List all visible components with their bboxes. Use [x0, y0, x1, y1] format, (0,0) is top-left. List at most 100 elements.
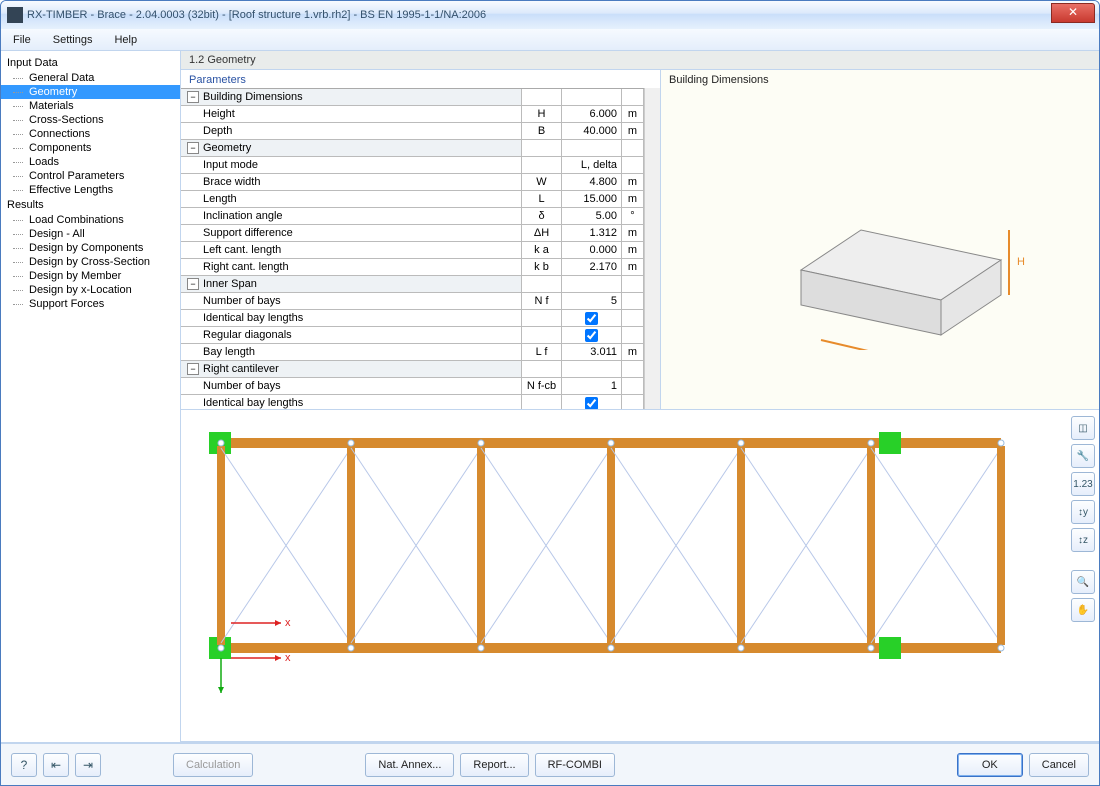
wrench-icon[interactable]: 🔧	[1071, 444, 1095, 468]
param-symbol: ΔH	[522, 225, 562, 241]
checkbox[interactable]	[585, 329, 598, 342]
axes-y-icon[interactable]: ↕y	[1071, 500, 1095, 524]
menu-file[interactable]: File	[7, 32, 37, 48]
param-unit	[622, 157, 644, 173]
param-name: Length	[181, 191, 522, 207]
param-value[interactable]: 15.000	[562, 191, 622, 207]
checkbox[interactable]	[585, 397, 598, 410]
tree-group-results: Results	[1, 197, 180, 213]
svg-text:x: x	[285, 652, 291, 664]
param-value[interactable]: 4.800	[562, 174, 622, 190]
scrollbar[interactable]	[644, 88, 660, 409]
tree-item-load-combinations[interactable]: Load Combinations	[1, 213, 180, 227]
pane-title: 1.2 Geometry	[181, 51, 1099, 70]
section-header[interactable]: −Inner Span	[181, 276, 522, 292]
axes-z-icon[interactable]: ↕z	[1071, 528, 1095, 552]
param-symbol: δ	[522, 208, 562, 224]
preview-panel: Building Dimensions H B	[661, 70, 1099, 409]
tree-item-connections[interactable]: Connections	[1, 127, 180, 141]
hand-icon[interactable]: ✋	[1071, 598, 1095, 622]
param-symbol: N f-cb	[522, 378, 562, 394]
param-unit	[622, 310, 644, 326]
tree-item-loads[interactable]: Loads	[1, 155, 180, 169]
help-button[interactable]: ?	[11, 753, 37, 777]
next-button[interactable]: ⇥	[75, 753, 101, 777]
param-symbol: N f	[522, 293, 562, 309]
param-symbol	[522, 327, 562, 343]
tree-item-design-by-cross-section[interactable]: Design by Cross-Section	[1, 255, 180, 269]
param-value[interactable]	[562, 310, 622, 326]
tree-item-design-by-components[interactable]: Design by Components	[1, 241, 180, 255]
param-unit: m	[622, 191, 644, 207]
diagram-panel[interactable]: x x ◫ 🔧 1.23 ↕y ↕z 🔍 ✋	[181, 410, 1099, 742]
param-name: Depth	[181, 123, 522, 139]
param-value[interactable]: L, delta	[562, 157, 622, 173]
param-unit	[622, 395, 644, 409]
titlebar: RX-TIMBER - Brace - 2.04.0003 (32bit) - …	[1, 1, 1099, 29]
tree-item-general-data[interactable]: General Data	[1, 71, 180, 85]
param-symbol	[522, 395, 562, 409]
parameters-grid[interactable]: −Building DimensionsHeightH6.000mDepthB4…	[181, 88, 644, 409]
param-name: Number of bays	[181, 293, 522, 309]
numbers-icon[interactable]: 1.23	[1071, 472, 1095, 496]
close-button[interactable]: ✕	[1051, 3, 1095, 23]
param-name: Input mode	[181, 157, 522, 173]
param-value[interactable]	[562, 327, 622, 343]
param-name: Identical bay lengths	[181, 310, 522, 326]
param-unit: m	[622, 174, 644, 190]
param-name: Height	[181, 106, 522, 122]
menu-help[interactable]: Help	[108, 32, 143, 48]
param-unit: m	[622, 225, 644, 241]
tree-item-design-all[interactable]: Design - All	[1, 227, 180, 241]
param-symbol	[522, 310, 562, 326]
ok-button[interactable]: OK	[957, 753, 1023, 777]
section-header[interactable]: −Building Dimensions	[181, 89, 522, 105]
tree-item-design-by-member[interactable]: Design by Member	[1, 269, 180, 283]
prev-button[interactable]: ⇤	[43, 753, 69, 777]
param-unit	[622, 293, 644, 309]
tree-item-cross-sections[interactable]: Cross-Sections	[1, 113, 180, 127]
nat-annex-button[interactable]: Nat. Annex...	[365, 753, 454, 777]
param-value[interactable]: 1.312	[562, 225, 622, 241]
param-unit: m	[622, 259, 644, 275]
param-symbol: W	[522, 174, 562, 190]
param-name: Identical bay lengths	[181, 395, 522, 409]
menubar: File Settings Help	[1, 29, 1099, 51]
window-title: RX-TIMBER - Brace - 2.04.0003 (32bit) - …	[27, 9, 1093, 21]
search-icon[interactable]: 🔍	[1071, 570, 1095, 594]
parameters-panel: Parameters −Building DimensionsHeightH6.…	[181, 70, 661, 409]
footer: ? ⇤ ⇥ Calculation Nat. Annex... Report..…	[1, 743, 1099, 785]
tree-item-design-by-x-location[interactable]: Design by x-Location	[1, 283, 180, 297]
param-name: Bay length	[181, 344, 522, 360]
param-value[interactable]: 5.00	[562, 208, 622, 224]
param-value[interactable]: 0.000	[562, 242, 622, 258]
param-value[interactable]: 5	[562, 293, 622, 309]
cube-icon[interactable]: ◫	[1071, 416, 1095, 440]
param-value[interactable]: 2.170	[562, 259, 622, 275]
tree-item-components[interactable]: Components	[1, 141, 180, 155]
tree-group-input: Input Data	[1, 55, 180, 71]
tree-item-materials[interactable]: Materials	[1, 99, 180, 113]
param-name: Number of bays	[181, 378, 522, 394]
menu-settings[interactable]: Settings	[47, 32, 99, 48]
tree-item-effective-lengths[interactable]: Effective Lengths	[1, 183, 180, 197]
param-value[interactable]	[562, 395, 622, 409]
param-name: Support difference	[181, 225, 522, 241]
report-button[interactable]: Report...	[460, 753, 528, 777]
cancel-button[interactable]: Cancel	[1029, 753, 1089, 777]
section-header[interactable]: −Geometry	[181, 140, 522, 156]
param-value[interactable]: 40.000	[562, 123, 622, 139]
param-value[interactable]: 3.011	[562, 344, 622, 360]
tree-item-support-forces[interactable]: Support Forces	[1, 297, 180, 311]
section-header[interactable]: −Right cantilever	[181, 361, 522, 377]
rf-combi-button[interactable]: RF-COMBI	[535, 753, 615, 777]
checkbox[interactable]	[585, 312, 598, 325]
brace-diagram: x x	[191, 418, 1061, 698]
param-value[interactable]: 6.000	[562, 106, 622, 122]
param-value[interactable]: 1	[562, 378, 622, 394]
param-symbol: k a	[522, 242, 562, 258]
tree-item-geometry[interactable]: Geometry	[1, 85, 180, 99]
tree-item-control-parameters[interactable]: Control Parameters	[1, 169, 180, 183]
param-symbol: H	[522, 106, 562, 122]
calculation-button[interactable]: Calculation	[173, 753, 253, 777]
